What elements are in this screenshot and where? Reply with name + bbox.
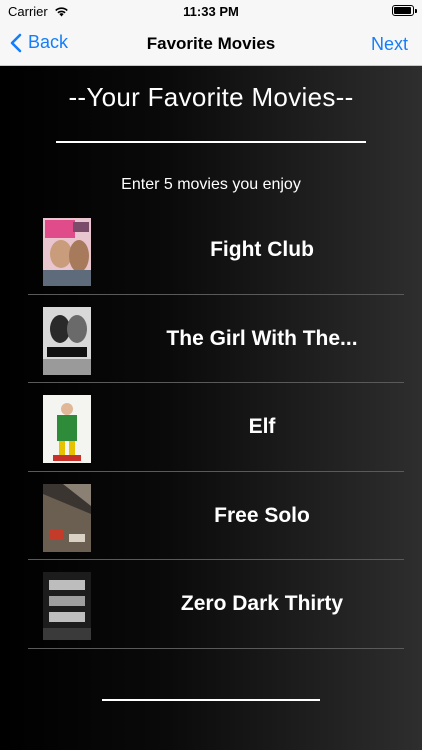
movie-row-4[interactable]: Free Solo	[28, 472, 404, 560]
navigation-bar: Back Favorite Movies Next	[0, 22, 422, 66]
free-solo-poster	[43, 483, 91, 552]
battery-icon	[392, 5, 417, 16]
nav-title: Favorite Movies	[146, 34, 276, 53]
movie-title: Elf	[248, 415, 276, 438]
zero-dark-thirty-poster	[43, 572, 91, 640]
fight-club-poster	[43, 218, 91, 286]
movie-title: Fight Club	[210, 238, 314, 261]
status-bar: Carrier 11:33 PM	[0, 0, 422, 22]
bottom-divider	[102, 699, 320, 701]
movie-row-1[interactable]: Fight Club	[28, 206, 404, 295]
movie-title: The Girl With The...	[166, 326, 358, 350]
movie-list: Fight Club The Girl With The... Elf Free…	[28, 206, 404, 649]
movie-row-2[interactable]: The Girl With The...	[28, 295, 404, 383]
page-heading: --Your Favorite Movies--	[68, 82, 354, 112]
movie-title: Free Solo	[214, 503, 310, 527]
instruction-text: Enter 5 movies you enjoy	[121, 176, 301, 193]
movie-title: Zero Dark Thirty	[180, 592, 344, 615]
next-button[interactable]: Next	[371, 34, 408, 55]
status-time: 11:33 PM	[183, 4, 239, 19]
top-divider	[56, 141, 366, 143]
movie-row-5[interactable]: Zero Dark Thirty	[28, 560, 404, 649]
elf-poster	[43, 395, 91, 463]
movie-row-3[interactable]: Elf	[28, 383, 404, 472]
girl-with-dragon-tattoo-poster	[43, 306, 91, 375]
